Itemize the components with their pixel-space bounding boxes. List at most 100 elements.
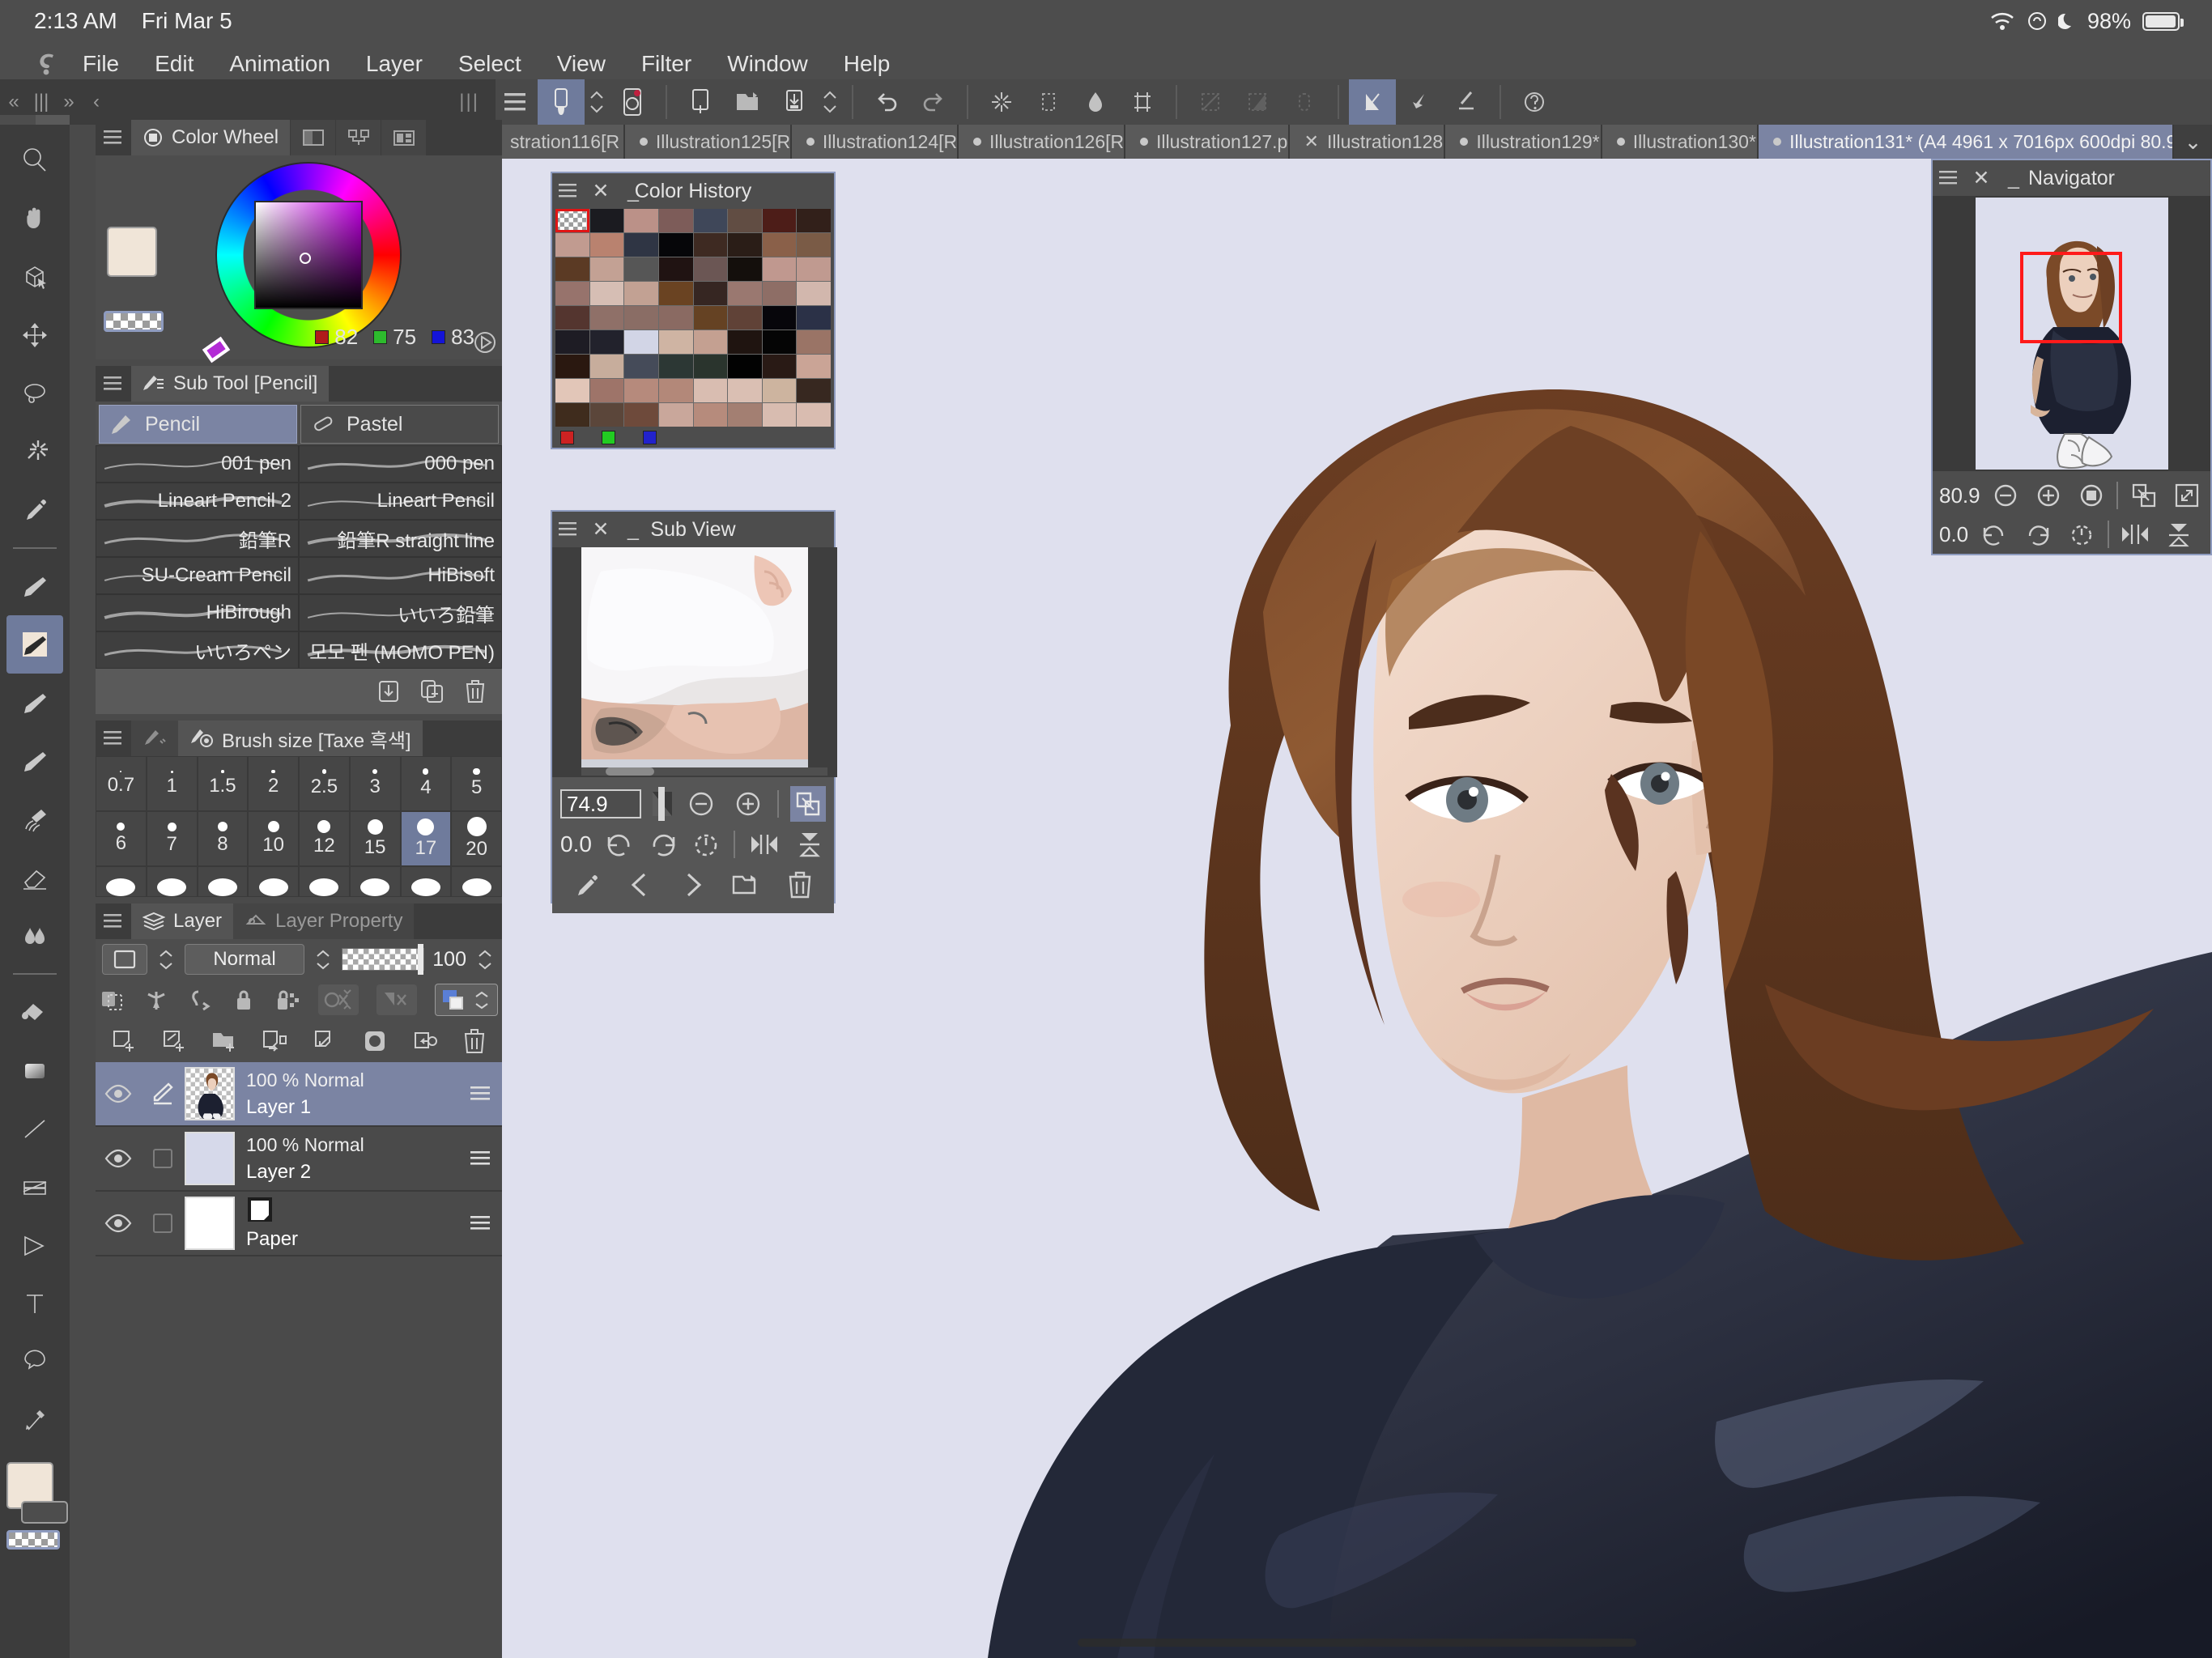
line-icon[interactable] — [6, 1099, 63, 1158]
layer-handle-icon[interactable] — [460, 1127, 502, 1190]
document-tab[interactable]: Illustration126[R — [958, 125, 1125, 159]
color-swatch[interactable] — [658, 209, 693, 232]
color-swatch[interactable] — [624, 282, 658, 305]
delete-layer-icon[interactable] — [462, 1027, 487, 1055]
color-swatch[interactable] — [624, 209, 658, 232]
help-icon[interactable] — [1511, 79, 1558, 125]
reset-rotation-icon[interactable] — [2064, 517, 2099, 552]
close-icon[interactable]: ✕ — [1965, 166, 1997, 190]
frame-icon[interactable] — [6, 1158, 63, 1216]
menu-select[interactable]: Select — [440, 51, 539, 77]
trash-icon[interactable] — [782, 867, 818, 903]
color-swatch[interactable] — [624, 379, 658, 402]
transparent-color-swatch[interactable] — [104, 311, 164, 332]
color-swatch[interactable] — [624, 330, 658, 354]
ruler-visibility-icon[interactable] — [318, 984, 359, 1015]
color-swatch[interactable] — [589, 379, 624, 402]
download-icon[interactable] — [376, 678, 402, 704]
color-swatch[interactable] — [555, 330, 589, 354]
layer-color-button[interactable] — [102, 944, 147, 975]
redo-icon[interactable] — [910, 79, 957, 125]
brush-size-cell[interactable]: 3 — [349, 756, 401, 811]
document-tab[interactable]: Illustration124[R — [791, 125, 959, 159]
brush-size-cell[interactable]: 8 — [197, 811, 249, 866]
rotate-right-icon[interactable] — [2020, 517, 2056, 552]
menu-layer[interactable]: Layer — [348, 51, 440, 77]
balloon-icon[interactable] — [6, 1333, 63, 1391]
menu-edit[interactable]: Edit — [137, 51, 211, 77]
magnifier-icon[interactable] — [6, 131, 63, 189]
open-file-icon[interactable] — [724, 79, 771, 125]
color-swatch[interactable] — [693, 379, 728, 402]
color-swatch[interactable] — [555, 257, 589, 281]
approximate-color-icon[interactable] — [471, 329, 499, 356]
sub-tool-category-pastel[interactable]: Pastel — [300, 405, 499, 444]
chevron-down-icon[interactable]: ⌄ — [2174, 125, 2212, 159]
hand-icon[interactable] — [6, 189, 63, 248]
blend-mode-spinner[interactable] — [313, 950, 334, 970]
reset-rotation-icon[interactable] — [690, 827, 722, 862]
clip-to-layer-icon[interactable] — [100, 987, 125, 1013]
layer-checkbox[interactable] — [141, 1192, 185, 1255]
eye-icon[interactable] — [96, 1192, 141, 1255]
color-swatch[interactable] — [797, 330, 831, 354]
document-tab[interactable]: Illustration129* — [1445, 125, 1602, 159]
sub-tool-item[interactable]: 000 pen — [299, 445, 502, 483]
color-swatch[interactable] — [693, 209, 728, 232]
opacity-slider[interactable] — [342, 944, 425, 975]
flip-horizontal-icon[interactable] — [747, 827, 782, 862]
new-folder-icon[interactable] — [211, 1027, 238, 1055]
sub-tool-item[interactable]: SU-Cream Pencil — [96, 557, 299, 594]
document-tab[interactable]: Illustration130* — [1602, 125, 1759, 159]
open-folder-icon[interactable] — [729, 867, 764, 903]
tab-layer-property[interactable]: Layer Property — [233, 903, 415, 939]
flip-horizontal-icon[interactable] — [2117, 517, 2153, 552]
background-color-swatch[interactable] — [21, 1501, 68, 1524]
blend-mode-select[interactable]: Normal — [185, 944, 304, 975]
brush-size-cell[interactable] — [451, 866, 502, 897]
sub-tool-item[interactable]: Lineart Pencil 2 — [96, 483, 299, 520]
color-swatch[interactable] — [797, 355, 831, 378]
eye-icon[interactable] — [96, 1127, 141, 1190]
previous-icon[interactable] — [622, 867, 657, 903]
zoom-in-icon[interactable] — [2031, 478, 2066, 513]
brush-size-cell[interactable]: 6 — [96, 811, 147, 866]
color-swatch[interactable] — [658, 330, 693, 354]
pen-icon[interactable] — [6, 557, 63, 615]
close-icon[interactable]: ✕ — [585, 179, 617, 203]
undo-icon[interactable] — [863, 79, 910, 125]
color-swatch[interactable] — [658, 233, 693, 257]
expand-icon[interactable] — [2169, 478, 2204, 513]
object-select-icon[interactable] — [6, 248, 63, 306]
zoom-out-icon[interactable] — [1989, 478, 2023, 513]
color-swatch[interactable] — [693, 306, 728, 329]
airbrush-icon[interactable] — [6, 674, 63, 732]
navigator-menu-icon[interactable] — [1933, 171, 1965, 185]
color-swatch[interactable] — [624, 306, 658, 329]
color-swatch[interactable] — [762, 403, 797, 427]
crop-icon[interactable] — [1119, 79, 1166, 125]
deselect-icon[interactable] — [1072, 79, 1119, 125]
color-swatch[interactable] — [555, 403, 589, 427]
layer-handle-icon[interactable] — [460, 1062, 502, 1125]
move-icon[interactable] — [6, 306, 63, 364]
color-swatch[interactable] — [589, 233, 624, 257]
sub-view-hscrollbar[interactable] — [581, 767, 827, 776]
brush-size-cell[interactable] — [400, 866, 452, 897]
brush-size-cell[interactable]: 15 — [349, 811, 401, 866]
color-swatch[interactable] — [762, 209, 797, 232]
color-history-grid[interactable] — [555, 209, 831, 427]
brush-size-cell[interactable]: 17 — [400, 811, 452, 866]
sub-tool-category-pencil[interactable]: Pencil — [99, 405, 297, 444]
lock-transparent-icon[interactable] — [187, 987, 213, 1013]
combine-down-icon[interactable] — [311, 1027, 338, 1055]
save-icon[interactable] — [771, 79, 818, 125]
pencil-icon[interactable] — [6, 615, 63, 674]
layer-row[interactable]: Paper — [96, 1192, 502, 1256]
flip-icon[interactable] — [1234, 79, 1281, 125]
color-swatch[interactable] — [797, 379, 831, 402]
brush-size-cell[interactable]: 20 — [451, 811, 502, 866]
edit-pencil-icon[interactable] — [141, 1062, 185, 1125]
color-swatch[interactable] — [762, 379, 797, 402]
document-tab[interactable]: stration116[R — [496, 125, 625, 159]
